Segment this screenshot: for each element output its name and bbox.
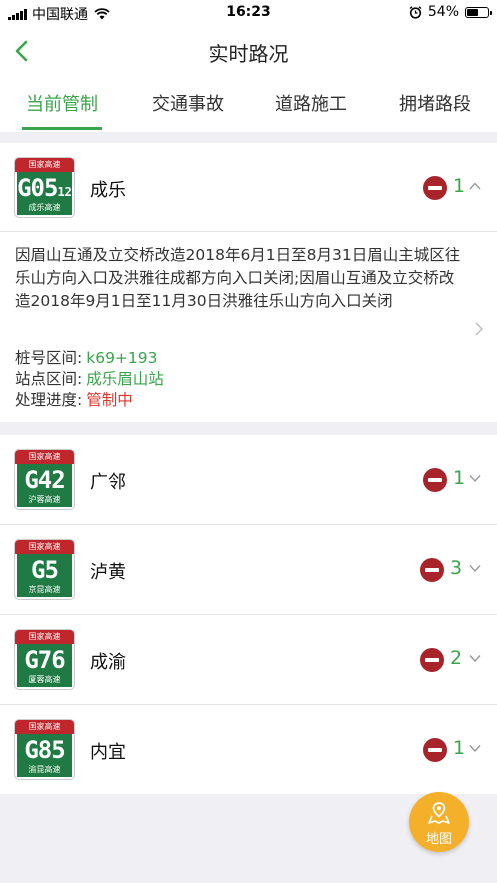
no-entry-icon (423, 176, 447, 200)
highway-shield-icon: 国家高速 G42 沪蓉高速 (14, 449, 75, 510)
tab-current-control[interactable]: 当前管制 (22, 90, 102, 132)
status-right: 54% (409, 4, 492, 20)
tab-congestion[interactable]: 拥堵路段 (390, 90, 480, 132)
field-pile-range: 桩号区间: k69+193 (15, 346, 158, 368)
page-title: 实时路况 (208, 42, 289, 66)
chevron-down-icon (469, 655, 481, 663)
field-value: k69+193 (86, 349, 158, 367)
shield-top-label: 国家高速 (15, 158, 74, 172)
shield-code: G5 (31, 556, 59, 584)
shield-sub-label: 渝昆高速 (28, 765, 61, 774)
active-tab-indicator (22, 127, 102, 130)
shield-sub-label: 沪蓉高速 (28, 495, 61, 504)
road-name: 泸黄 (90, 562, 126, 583)
shield-top-label: 国家高速 (15, 630, 74, 644)
event-count: 1 (453, 175, 466, 197)
road-row-g5[interactable]: 国家高速 G5 京昆高速 泸黄 3 (0, 525, 497, 614)
expanded-road-card: 国家高速 G0512 成乐高速 成乐 1 因眉山互通及立交桥改造2018年6月1… (0, 143, 497, 422)
alarm-icon (409, 5, 422, 19)
tab-traffic-accident[interactable]: 交通事故 (143, 90, 233, 132)
road-list: 国家高速 G42 沪蓉高速 广邻 1 国家高速 G5 京昆高速 泸黄 3 国家高… (0, 435, 497, 794)
control-description: 因眉山互通及立交桥改造2018年6月1日至8月31日眉山主城区往乐山方向入口及洪… (15, 246, 461, 310)
highway-shield-icon: 国家高速 G85 渝昆高速 (14, 719, 75, 780)
highway-shield-icon: 国家高速 G0512 成乐高速 (14, 157, 75, 218)
road-name: 成乐 (90, 180, 126, 201)
map-icon (428, 802, 450, 824)
no-entry-icon (420, 648, 444, 672)
control-detail[interactable]: 因眉山互通及立交桥改造2018年6月1日至8月31日眉山主城区往乐山方向入口及洪… (0, 232, 497, 422)
tab-bar: 当前管制 交通事故 道路施工 拥堵路段 (0, 76, 497, 132)
highway-shield-icon: 国家高速 G5 京昆高速 (14, 539, 75, 600)
map-button-label: 地图 (425, 832, 452, 847)
chevron-right-icon (475, 322, 483, 336)
shield-body: G0512 成乐高速 (15, 172, 74, 217)
shield-sub-label: 京昆高速 (28, 585, 61, 594)
map-button[interactable]: 地图 (409, 792, 469, 852)
event-count: 2 (450, 647, 463, 669)
shield-sub-label: 厦蓉高速 (28, 675, 61, 684)
no-entry-icon (420, 558, 444, 582)
event-count: 3 (450, 557, 463, 579)
road-row-expanded[interactable]: 国家高速 G0512 成乐高速 成乐 1 (0, 143, 497, 232)
shield-code: G76 (24, 646, 65, 674)
status-bar: 中国联通 16:23 54% (0, 0, 497, 26)
highway-shield-icon: 国家高速 G76 厦蓉高速 (14, 629, 75, 690)
chevron-up-icon (469, 182, 481, 190)
tab-road-construction[interactable]: 道路施工 (266, 90, 356, 132)
no-entry-icon (423, 468, 447, 492)
chevron-down-icon (469, 565, 481, 573)
shield-top-label: 国家高速 (15, 450, 74, 464)
shield-body: G5 京昆高速 (15, 554, 74, 599)
road-row-g42[interactable]: 国家高速 G42 沪蓉高速 广邻 1 (0, 435, 497, 524)
field-progress: 处理进度: 管制中 (15, 388, 133, 410)
battery-icon (465, 6, 492, 18)
shield-code: G0512 (17, 174, 72, 202)
field-label: 处理进度: (15, 391, 83, 409)
shield-code: G42 (24, 466, 65, 494)
shield-body: G42 沪蓉高速 (15, 464, 74, 509)
chevron-down-icon (469, 475, 481, 483)
event-count: 1 (453, 737, 466, 759)
shield-body: G85 渝昆高速 (15, 734, 74, 779)
road-name: 成渝 (90, 652, 126, 673)
chevron-down-icon (469, 745, 481, 753)
shield-top-label: 国家高速 (15, 540, 74, 554)
field-station-range: 站点区间: 成乐眉山站 (15, 367, 164, 389)
field-label: 桩号区间: (15, 349, 83, 367)
road-name: 内宜 (90, 742, 126, 763)
shield-code: G85 (24, 736, 65, 764)
nav-bar: 实时路况 (0, 26, 497, 76)
road-row-g76[interactable]: 国家高速 G76 厦蓉高速 成渝 2 (0, 615, 497, 704)
shield-code-main: G05 (17, 174, 58, 202)
road-name: 广邻 (90, 472, 126, 493)
event-count: 1 (453, 467, 466, 489)
field-label: 站点区间: (15, 370, 83, 388)
battery-percent: 54% (427, 4, 459, 20)
shield-body: G76 厦蓉高速 (15, 644, 74, 689)
no-entry-icon (423, 738, 447, 762)
shield-sub-label: 成乐高速 (28, 203, 61, 212)
road-row-g85[interactable]: 国家高速 G85 渝昆高速 内宜 1 (0, 705, 497, 794)
field-value: 成乐眉山站 (86, 370, 164, 388)
field-value: 管制中 (86, 391, 133, 409)
shield-top-label: 国家高速 (15, 720, 74, 734)
shield-code-suffix: 12 (57, 185, 72, 199)
